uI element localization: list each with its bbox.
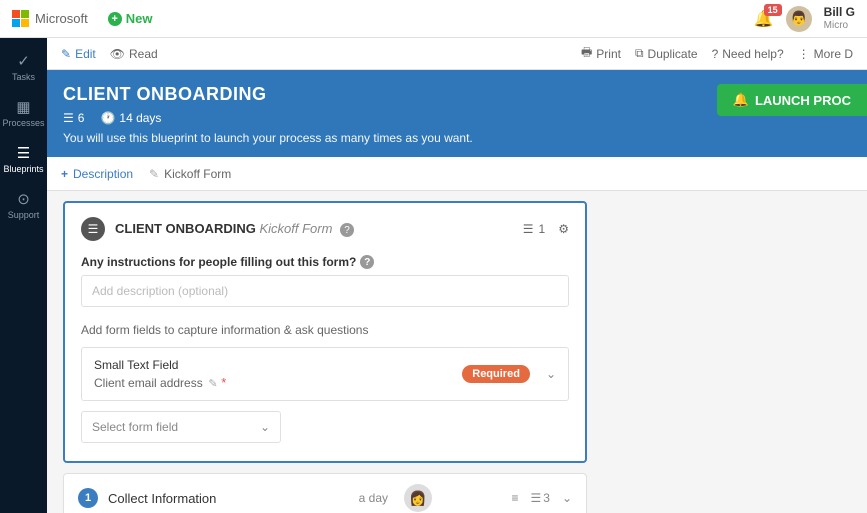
brand-logo[interactable]: Microsoft bbox=[12, 10, 88, 27]
field-type: Small Text Field bbox=[94, 358, 226, 372]
step-due: a day bbox=[338, 491, 388, 505]
microsoft-icon bbox=[12, 10, 29, 27]
sidebar-label: Blueprints bbox=[3, 164, 43, 174]
check-icon: ✓ bbox=[17, 52, 30, 70]
plus-icon: + bbox=[108, 12, 122, 26]
read-button[interactable]: 👁 Read bbox=[110, 47, 158, 61]
list-icon: ☰ bbox=[530, 491, 541, 505]
tab-description[interactable]: + Description bbox=[61, 159, 133, 189]
form-field-item[interactable]: Small Text Field Client email address ✎ … bbox=[81, 347, 569, 401]
list-icon: ☰ bbox=[17, 144, 30, 162]
step-number: 1 bbox=[78, 488, 98, 508]
sidebar-item-support[interactable]: ⊙ Support bbox=[0, 182, 47, 228]
sidebar: ✓ Tasks ▦ Processes ☰ Blueprints ⊙ Suppo… bbox=[0, 38, 47, 513]
sidebar-item-processes[interactable]: ▦ Processes bbox=[0, 90, 47, 136]
instructions-label: Any instructions for people filling out … bbox=[81, 255, 569, 269]
pencil-icon: ✎ bbox=[61, 47, 71, 61]
copy-icon: ⧉ bbox=[635, 46, 644, 61]
eye-icon: 👁 bbox=[110, 47, 125, 61]
pencil-icon: ✎ bbox=[149, 167, 159, 181]
sidebar-label: Support bbox=[8, 210, 40, 220]
dots-icon: ⋮ bbox=[798, 47, 810, 61]
duplicate-button[interactable]: ⧉ Duplicate bbox=[635, 43, 698, 64]
help-icon: ? bbox=[712, 47, 719, 61]
launch-button[interactable]: 🔔 LAUNCH PROC bbox=[717, 84, 867, 116]
user-info[interactable]: Bill G Micro bbox=[824, 6, 855, 30]
notification-badge: 15 bbox=[764, 4, 782, 16]
rocket-icon: 🔔 bbox=[733, 92, 749, 108]
duration: 🕐 14 days bbox=[100, 111, 161, 125]
tab-kickoff[interactable]: ✎ Kickoff Form bbox=[149, 159, 231, 189]
sidebar-item-tasks[interactable]: ✓ Tasks bbox=[0, 44, 47, 90]
chevron-down-icon: ⌄ bbox=[260, 420, 270, 434]
support-icon: ⊙ bbox=[17, 190, 30, 208]
edit-button[interactable]: ✎ Edit bbox=[61, 47, 96, 61]
help-icon[interactable]: ? bbox=[360, 255, 374, 269]
clock-icon: 🕐 bbox=[100, 111, 115, 125]
field-count: ☰ 1 ⚙ bbox=[523, 222, 569, 236]
blueprint-header: CLIENT ONBOARDING ☰ 6 🕐 14 days You will… bbox=[47, 70, 867, 157]
blueprint-description: You will use this blueprint to launch yo… bbox=[63, 131, 851, 145]
kickoff-form-card: ☰ CLIENT ONBOARDING Kickoff Form ? ☰ 1 ⚙ bbox=[63, 201, 587, 463]
kickoff-subtitle: Kickoff Form bbox=[259, 221, 332, 236]
new-label: New bbox=[126, 11, 153, 26]
help-icon[interactable]: ? bbox=[340, 223, 354, 237]
pencil-icon[interactable]: ✎ bbox=[208, 378, 217, 390]
list-icon: ☰ bbox=[63, 111, 74, 125]
more-button[interactable]: ⋮ More D bbox=[798, 43, 853, 64]
align-icon[interactable]: ≡ bbox=[511, 491, 518, 505]
assignee-avatar[interactable]: 👩 bbox=[404, 484, 432, 512]
content-scroll: ☰ CLIENT ONBOARDING Kickoff Form ? ☰ 1 ⚙ bbox=[47, 191, 867, 513]
description-input[interactable] bbox=[81, 275, 569, 307]
required-badge: Required bbox=[462, 365, 530, 383]
list-count: ☰ 3 bbox=[530, 491, 549, 505]
plus-icon: + bbox=[61, 167, 68, 181]
tabs-bar: + Description ✎ Kickoff Form bbox=[47, 157, 867, 191]
chevron-down-icon[interactable]: ⌄ bbox=[546, 367, 556, 381]
step-title: Collect Information bbox=[108, 491, 216, 506]
chevron-down-icon[interactable]: ⌄ bbox=[562, 491, 572, 505]
action-bar: ✎ Edit 👁 Read 🖶 Print ⧉ Duplicate bbox=[47, 38, 867, 70]
step-item[interactable]: 1 Collect Information a day 👩 ≡ ☰ 3 ⌄ bbox=[63, 473, 587, 513]
user-name: Bill G bbox=[824, 6, 855, 19]
sidebar-item-blueprints[interactable]: ☰ Blueprints bbox=[0, 136, 47, 182]
form-icon: ☰ bbox=[81, 217, 105, 241]
print-button[interactable]: 🖶 Print bbox=[581, 43, 621, 64]
user-org: Micro bbox=[824, 20, 855, 31]
select-form-field[interactable]: Select form field ⌄ bbox=[81, 411, 281, 443]
fields-section-label: Add form fields to capture information &… bbox=[81, 323, 569, 337]
notification-bell[interactable]: 🔔 15 bbox=[754, 9, 774, 29]
sidebar-label: Tasks bbox=[12, 72, 35, 82]
grid-icon: ▦ bbox=[16, 98, 30, 116]
field-name: Client email address bbox=[94, 376, 203, 390]
print-icon: 🖶 bbox=[581, 43, 592, 64]
settings-icon[interactable]: ⚙ bbox=[558, 222, 569, 236]
user-avatar[interactable]: 👨 bbox=[786, 6, 812, 32]
new-button[interactable]: + New bbox=[108, 11, 153, 26]
brand-text: Microsoft bbox=[35, 11, 88, 26]
top-bar: Microsoft + New 🔔 15 👨 Bill G Micro bbox=[0, 0, 867, 38]
list-icon: ☰ bbox=[523, 222, 534, 236]
kickoff-title: CLIENT ONBOARDING bbox=[115, 221, 256, 236]
steps-count: ☰ 6 bbox=[63, 111, 84, 125]
help-button[interactable]: ? Need help? bbox=[712, 43, 784, 64]
required-star: * bbox=[221, 375, 226, 390]
sidebar-label: Processes bbox=[2, 118, 44, 128]
